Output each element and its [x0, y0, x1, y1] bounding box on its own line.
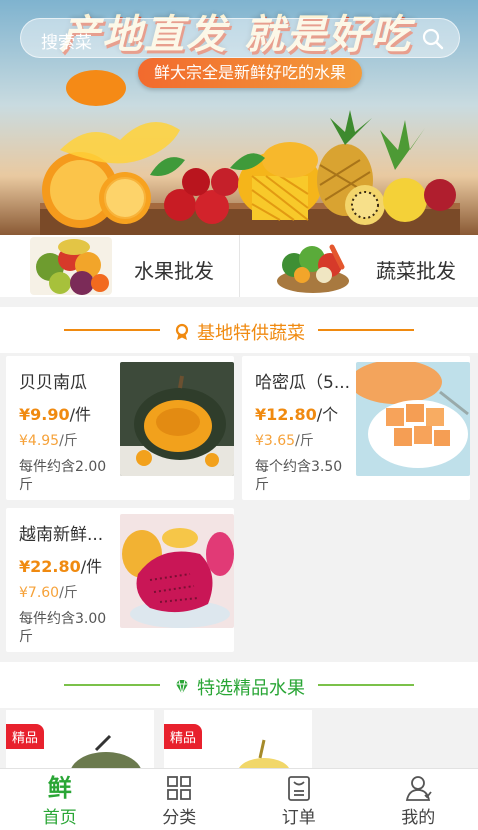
product-note: 每个约含3.50斤	[255, 459, 343, 493]
product-image-cantaloupe[interactable]	[356, 362, 470, 476]
grid-icon	[167, 776, 192, 800]
section-header-veg: 基地特供蔬菜	[0, 307, 478, 353]
tab-label: 订单	[281, 808, 316, 828]
tab-label: 分类	[162, 808, 197, 828]
product-card[interactable]: 哈密瓜（5... ¥12.80/个 ¥3.65/斤 每个约含3.50斤	[242, 356, 470, 500]
category-vegetable-wholesale[interactable]: 蔬菜批发	[239, 235, 478, 297]
search-icon[interactable]	[421, 27, 445, 51]
fruit-preview-card[interactable]: 精品	[164, 710, 312, 768]
tab-label: 首页	[42, 808, 77, 828]
yellow-melon-image	[239, 739, 289, 768]
gem-icon	[176, 679, 188, 695]
product-unit-price: ¥4.95/斤	[19, 433, 78, 449]
product-image-pumpkin[interactable]	[120, 362, 234, 476]
melon-image	[71, 734, 141, 768]
tab-label: 我的	[401, 808, 436, 828]
product-unit-price: ¥7.60/斤	[19, 585, 78, 601]
bottom-tab-bar: 鲜 首页 分类 订单 我的	[0, 768, 478, 830]
category-fruit-wholesale[interactable]: 水果批发	[0, 235, 239, 297]
category-row: 水果批发 蔬菜批发	[0, 235, 478, 297]
product-note: 每件约含3.00斤	[19, 611, 107, 645]
section-title: 基地特供蔬菜	[197, 323, 305, 344]
section-header-fruit: 特选精品水果	[0, 662, 478, 708]
hero-banner[interactable]: 产地直发 就是好吃 鲜大宗全是新鲜好吃的水果 搜索菜	[0, 0, 478, 235]
tab-category[interactable]: 分类	[120, 769, 240, 830]
product-card[interactable]: 越南新鲜... ¥22.80/件 ¥7.60/斤 每件约含3.00斤	[6, 508, 234, 652]
product-name: 越南新鲜...	[19, 525, 104, 545]
category-label: 蔬菜批发	[376, 259, 456, 283]
product-note: 每件约含2.00斤	[19, 459, 107, 493]
vegetable-basket-image	[272, 237, 354, 295]
search-bar[interactable]: 搜索菜	[20, 18, 460, 58]
ribbon-medal-icon	[175, 323, 189, 340]
product-name: 贝贝南瓜	[19, 373, 87, 393]
tab-orders[interactable]: 订单	[239, 769, 359, 830]
product-card[interactable]: 贝贝南瓜 ¥9.90/件 ¥4.95/斤 每件约含2.00斤	[6, 356, 234, 500]
product-price: ¥22.80/件	[19, 557, 103, 576]
fruit-basket-image	[30, 237, 112, 295]
tab-home[interactable]: 鲜 首页	[0, 769, 120, 830]
category-label: 水果批发	[134, 259, 214, 283]
product-price: ¥12.80/个	[255, 405, 339, 424]
search-placeholder: 搜索菜	[41, 33, 92, 53]
fruit-preview-card[interactable]: 精品	[6, 710, 154, 768]
product-price: ¥9.90/件	[19, 405, 92, 424]
order-icon	[287, 776, 310, 801]
product-image-dragon-fruit[interactable]	[120, 514, 234, 628]
tab-profile[interactable]: 我的	[359, 769, 478, 830]
product-unit-price: ¥3.65/斤	[255, 433, 314, 449]
user-icon	[406, 776, 432, 801]
home-fresh-icon: 鲜	[47, 774, 72, 802]
product-name: 哈密瓜（5...	[255, 373, 351, 393]
section-title: 特选精品水果	[197, 678, 305, 699]
